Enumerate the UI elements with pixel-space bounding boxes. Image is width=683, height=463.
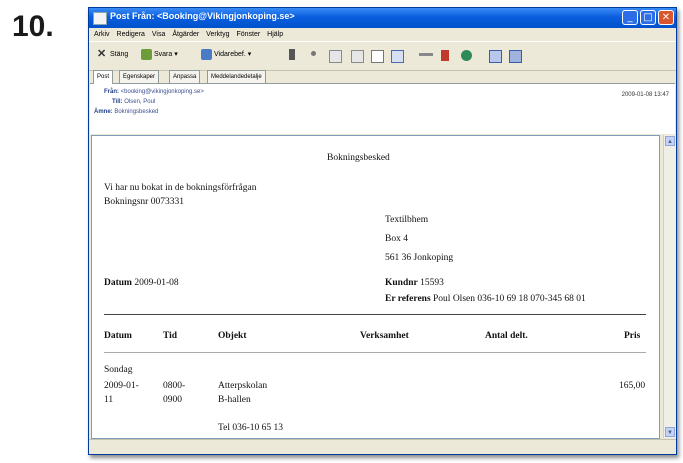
tab-anpassa[interactable]: Anpassa — [169, 70, 201, 83]
phone-line: Tel 036-10 65 13 — [218, 423, 284, 433]
col-antal: Antal delt. — [485, 331, 528, 341]
close-message-button[interactable]: ✕ Stäng — [97, 48, 128, 62]
doc-intro: Vi har nu bokat in de bokningsförfrågan — [104, 183, 257, 193]
divider-top — [104, 314, 646, 315]
menu-hjalp[interactable]: Hjälp — [267, 28, 283, 41]
divider-header — [104, 352, 646, 353]
address-line-3: 561 36 Jonkoping — [385, 253, 454, 263]
save-icon[interactable] — [391, 50, 404, 63]
sent-date: 2009-01-08 13:47 — [621, 92, 669, 98]
col-objekt: Objekt — [218, 331, 247, 341]
printer-icon[interactable] — [371, 50, 384, 63]
toolbar: ✕ Stäng Svara ▾ Vidarebef. ▾ — [89, 41, 676, 71]
vertical-scrollbar[interactable]: ▲ ▼ — [663, 135, 676, 438]
move-folder-icon[interactable] — [329, 50, 342, 63]
row-object-2: B-hallen — [218, 395, 251, 405]
from-value[interactable]: <booking@vikingjonkoping.se> — [121, 89, 204, 95]
to-value[interactable]: Olsen, Poul — [124, 99, 155, 105]
tab-meddelandedetaljer[interactable]: Meddelandedetalje — [207, 70, 266, 83]
col-pris: Pris — [624, 331, 641, 341]
from-row: Från: <booking@vikingjonkoping.se> — [104, 89, 204, 95]
row-object-1: Atterpskolan — [218, 381, 268, 391]
menu-visa[interactable]: Visa — [152, 28, 166, 41]
menu-atgarder[interactable]: Åtgärder — [172, 28, 199, 41]
to-row: Till: Olsen, Poul — [112, 99, 156, 105]
subject-row: Ämne: Bokningsbesked — [94, 109, 159, 115]
email-window: Post Från: <Booking@Vikingjonkoping.se> … — [88, 7, 677, 455]
row-price: 165,00 — [619, 381, 646, 391]
print-icon[interactable] — [289, 49, 295, 60]
datum-line: Datum 2009-01-08 — [104, 278, 179, 288]
row-date-1: 2009-01- — [104, 381, 139, 391]
message-body[interactable]: Bokningsbesked Vi har nu bokat in de bok… — [91, 135, 660, 439]
envelope-icon — [93, 12, 107, 25]
window-title: Post Från: <Booking@Vikingjonkoping.se> — [110, 11, 295, 21]
row-time-1: 0800- — [163, 381, 186, 391]
reply-button[interactable]: Svara ▾ — [141, 48, 178, 62]
menu-arkiv[interactable]: Arkiv — [94, 28, 110, 41]
message-header: Från: <booking@vikingjonkoping.se> Till:… — [90, 83, 675, 134]
kundnr-line: Kundnr 15593 — [385, 278, 444, 288]
row-time-2: 0900 — [163, 395, 182, 405]
maximize-button[interactable]: □ — [640, 10, 656, 25]
tab-strip: Post Egenskaper Anpassa Meddelandedetalj… — [89, 70, 676, 84]
status-bar — [89, 439, 676, 454]
day-label: Sondag — [104, 365, 133, 375]
phone-icon[interactable] — [441, 50, 449, 61]
col-tid: Tid — [163, 331, 178, 341]
row-date-2: 11 — [104, 395, 114, 405]
tab-post[interactable]: Post — [93, 70, 114, 84]
address-book-icon[interactable] — [509, 50, 522, 63]
copy-icon[interactable] — [351, 50, 364, 63]
menu-verktyg[interactable]: Verktyg — [206, 28, 229, 41]
col-datum: Datum — [104, 331, 132, 341]
booking-number-line: Bokningsnr 0073331 — [104, 197, 184, 207]
scroll-down-arrow[interactable]: ▼ — [665, 427, 675, 437]
calendar-icon[interactable] — [489, 50, 502, 63]
menu-fonster[interactable]: Fönster — [236, 28, 260, 41]
forward-arrow-icon — [201, 48, 212, 60]
reference-line: Er referens Poul Olsen 036-10 69 18 070-… — [385, 294, 586, 304]
step-number: 10. — [12, 10, 54, 43]
flag-icon[interactable] — [461, 50, 472, 61]
menu-redigera[interactable]: Redigera — [117, 28, 145, 41]
menu-bar: Arkiv Redigera Visa Åtgärder Verktyg Fön… — [89, 28, 676, 41]
reply-arrow-icon — [141, 48, 152, 60]
scroll-up-arrow[interactable]: ▲ — [665, 136, 675, 146]
tab-egenskaper[interactable]: Egenskaper — [119, 70, 160, 83]
forward-button[interactable]: Vidarebef. ▾ — [201, 48, 251, 62]
address-line-1: Textilbhem — [385, 215, 429, 225]
doc-title: Bokningsbesked — [327, 153, 390, 163]
dot-icon[interactable] — [311, 51, 316, 56]
address-line-2: Box 4 — [385, 234, 408, 244]
dash-icon[interactable] — [419, 53, 433, 56]
title-bar[interactable]: Post Från: <Booking@Vikingjonkoping.se> … — [89, 8, 676, 28]
subject-value: Bokningsbesked — [114, 109, 159, 115]
close-x-icon: ✕ — [97, 47, 107, 60]
col-verksamhet: Verksamhet — [360, 331, 409, 341]
close-window-button[interactable]: ✕ — [658, 10, 674, 25]
minimize-button[interactable]: _ — [622, 10, 638, 25]
